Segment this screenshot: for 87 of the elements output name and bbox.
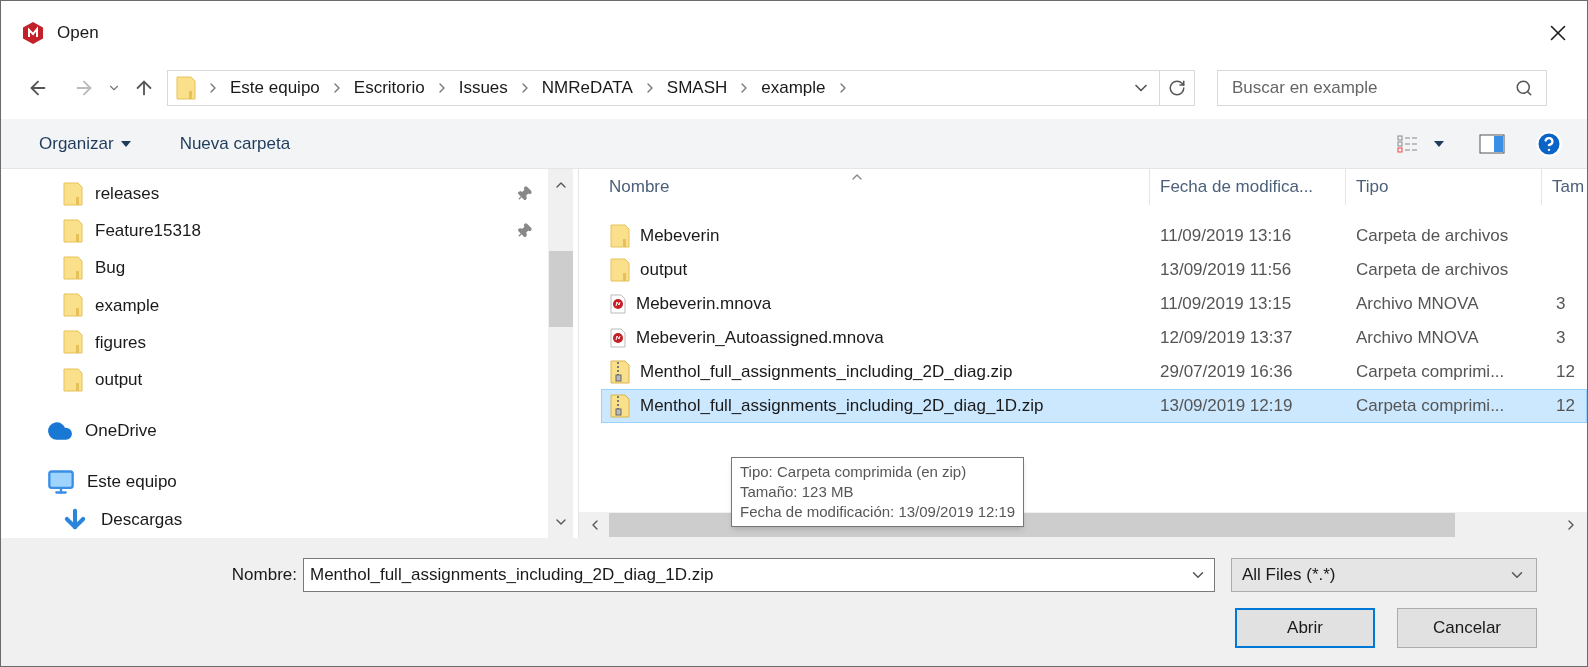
type-cell-text: Carpeta comprimi... bbox=[1355, 361, 1506, 384]
view-options-button[interactable] bbox=[1397, 133, 1445, 154]
folder-icon bbox=[63, 330, 83, 355]
new-folder-button[interactable]: Nueva carpeta bbox=[179, 130, 291, 157]
folder-icon bbox=[63, 293, 83, 318]
folder-icon bbox=[610, 258, 630, 282]
file-row[interactable]: Mebeverin_Autoassigned.mnova 12/09/2019 13:37 Archivo MNOVA 3 bbox=[601, 321, 1587, 355]
file-row[interactable]: Menthol_full_assignments_including_2D_diag_1D.zip 13/09/2019 12:19 Carpeta comprimi... 12 bbox=[601, 389, 1587, 423]
help-icon bbox=[1535, 129, 1563, 158]
file-type-dropdown[interactable]: All Files (*.*) bbox=[1231, 558, 1537, 592]
sidebar-item[interactable]: releases bbox=[1, 175, 548, 213]
type-cell-text: Archivo MNOVA bbox=[1355, 327, 1480, 350]
file-row[interactable]: output 13/09/2019 11:56 Carpeta de archivos bbox=[601, 253, 1587, 287]
folder-icon bbox=[176, 76, 196, 100]
app-file-icon bbox=[610, 328, 626, 348]
search-field[interactable]: Buscar en example bbox=[1217, 70, 1547, 106]
preview-pane-icon bbox=[1479, 133, 1505, 154]
breadcrumb-item[interactable]: Este equipo bbox=[230, 75, 320, 101]
type-cell-text: Carpeta de archivos bbox=[1355, 225, 1510, 248]
details-view-icon bbox=[1397, 133, 1419, 154]
window-title: Open bbox=[57, 22, 99, 45]
column-header[interactable]: Tam bbox=[1541, 169, 1585, 205]
address-bar[interactable]: Este equipo Escritorio Issues NMReDATA SMASH example bbox=[167, 70, 1195, 106]
computer-icon bbox=[47, 468, 75, 497]
cancel-button[interactable]: Cancelar bbox=[1397, 608, 1537, 648]
file-row[interactable]: Mebeverin.mnova 11/09/2019 13:15 Archivo MNOVA 3 bbox=[601, 287, 1587, 321]
date-cell-text: 13/09/2019 11:56 bbox=[1159, 259, 1293, 282]
file-name: Menthol_full_assignments_including_2D_diag.zip bbox=[640, 361, 1013, 384]
app-file-icon bbox=[610, 294, 626, 314]
sidebar-item[interactable]: Descargas bbox=[1, 500, 548, 538]
sidebar-item[interactable]: Este equipo bbox=[1, 463, 548, 501]
size-cell-text: 12 bbox=[1555, 361, 1575, 384]
date-cell-text: 13/09/2019 12:19 bbox=[1159, 395, 1294, 418]
file-row[interactable]: Mebeverin 11/09/2019 13:16 Carpeta de archivos bbox=[601, 219, 1587, 253]
filename-label: Nombre: bbox=[231, 564, 297, 587]
folder-icon bbox=[63, 181, 83, 206]
sidebar-item[interactable]: output bbox=[1, 361, 548, 399]
file-name: Mebeverin bbox=[640, 225, 720, 248]
date-cell-text: 12/09/2019 13:37 bbox=[1159, 327, 1294, 350]
sidebar-item[interactable]: OneDrive bbox=[1, 412, 548, 450]
app-logo-icon bbox=[21, 21, 45, 45]
caret-icon bbox=[1433, 139, 1445, 148]
file-name: Mebeverin_Autoassigned.mnova bbox=[636, 327, 884, 350]
type-cell-text: Archivo MNOVA bbox=[1355, 293, 1480, 316]
folder-icon bbox=[63, 367, 83, 392]
search-icon bbox=[1515, 79, 1533, 97]
folder-icon bbox=[63, 256, 83, 281]
column-header[interactable]: Fecha de modifica... bbox=[1149, 169, 1345, 205]
breadcrumb-item[interactable]: Escritorio bbox=[353, 75, 425, 101]
size-cell-text: 12 bbox=[1555, 395, 1575, 418]
sidebar-item[interactable]: Bug bbox=[1, 249, 548, 287]
folder-icon bbox=[63, 218, 83, 243]
organize-menu-button[interactable]: Organizar bbox=[39, 130, 132, 157]
date-cell-text: 11/09/2019 13:15 bbox=[1159, 293, 1293, 316]
column-header[interactable]: Nombre bbox=[579, 169, 1149, 205]
help-button[interactable] bbox=[1535, 129, 1563, 158]
zip-folder-icon bbox=[610, 394, 630, 418]
scrollbar-thumb[interactable] bbox=[548, 250, 573, 327]
file-name: Menthol_full_assignments_including_2D_diag_1D.zip bbox=[640, 395, 1044, 418]
caret-icon bbox=[119, 139, 132, 148]
file-row[interactable]: Menthol_full_assignments_including_2D_diag.zip 29/07/2019 16:36 Carpeta comprimi... 12 bbox=[601, 355, 1587, 389]
filename-field[interactable]: Menthol_full_assignments_including_2D_diag_1D.zip bbox=[303, 558, 1215, 592]
sidebar-item[interactable]: figures bbox=[1, 323, 548, 362]
size-cell-text: 3 bbox=[1555, 327, 1566, 350]
date-cell-text: 11/09/2019 13:16 bbox=[1159, 225, 1293, 248]
type-cell-text: Carpeta comprimi... bbox=[1355, 395, 1506, 418]
sidebar-item[interactable]: example bbox=[1, 286, 548, 324]
tooltip-line: Tamaño: 123 MB bbox=[740, 482, 855, 502]
tooltip-line: Tipo: Carpeta comprimida (en zip) bbox=[740, 462, 968, 482]
size-cell-text: 3 bbox=[1555, 293, 1566, 316]
refresh-icon[interactable] bbox=[1168, 79, 1186, 97]
file-name: Mebeverin.mnova bbox=[636, 293, 772, 316]
sidebar-item[interactable]: Feature15318 bbox=[1, 212, 548, 250]
zip-folder-icon bbox=[610, 360, 630, 384]
folder-icon bbox=[610, 224, 630, 248]
type-cell-text: Carpeta de archivos bbox=[1355, 259, 1510, 282]
tooltip-line: Fecha de modificación: 13/09/2019 12:19 bbox=[740, 502, 1016, 522]
preview-pane-button[interactable] bbox=[1479, 133, 1505, 154]
open-button[interactable]: Abrir bbox=[1235, 608, 1375, 648]
breadcrumb-item[interactable]: Issues bbox=[458, 75, 508, 101]
breadcrumb-item[interactable]: example bbox=[761, 75, 826, 101]
column-header[interactable]: Tipo bbox=[1345, 169, 1541, 205]
date-cell-text: 29/07/2019 16:36 bbox=[1159, 361, 1294, 384]
breadcrumb-item[interactable]: SMASH bbox=[666, 75, 728, 101]
scrollbar[interactable] bbox=[548, 169, 573, 538]
breadcrumb-item[interactable]: NMReDATA bbox=[541, 75, 633, 101]
file-name: output bbox=[640, 259, 688, 282]
